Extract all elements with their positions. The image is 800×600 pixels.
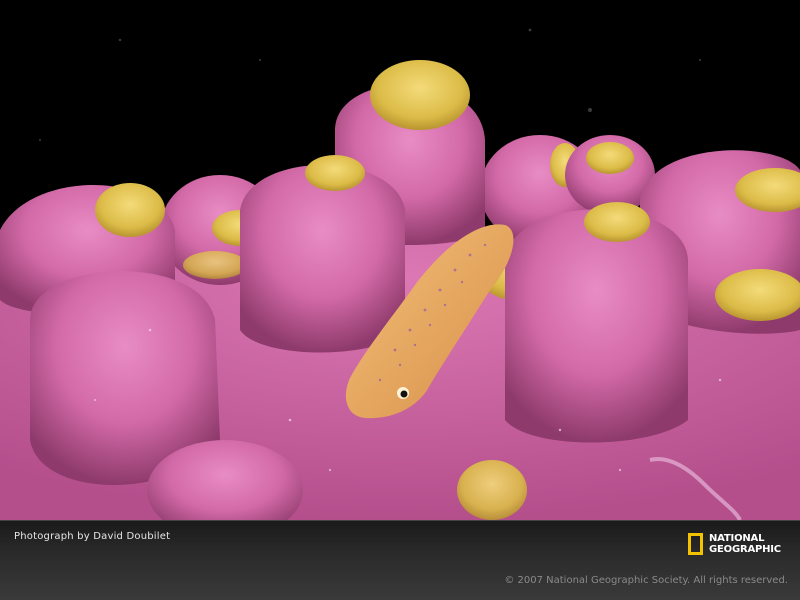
logo-text: NATIONAL GEOGRAPHIC [709,533,781,555]
logo-line-2: GEOGRAPHIC [709,544,781,555]
copyright-notice: © 2007 National Geographic Society. All … [504,575,788,586]
sponge-lobe-mid [240,155,405,353]
sponge-lobe-front-right [505,202,688,443]
caption-bar: Photograph by David Doubilet NATIONAL GE… [0,520,800,600]
yellow-border-icon [688,533,703,555]
wallpaper: Photograph by David Doubilet NATIONAL GE… [0,0,800,600]
sponge-scene [0,0,800,520]
national-geographic-logo: NATIONAL GEOGRAPHIC [688,531,781,557]
photo-credit: Photograph by David Doubilet [14,531,171,542]
logo-line-1: NATIONAL [709,533,765,544]
photo [0,0,800,520]
